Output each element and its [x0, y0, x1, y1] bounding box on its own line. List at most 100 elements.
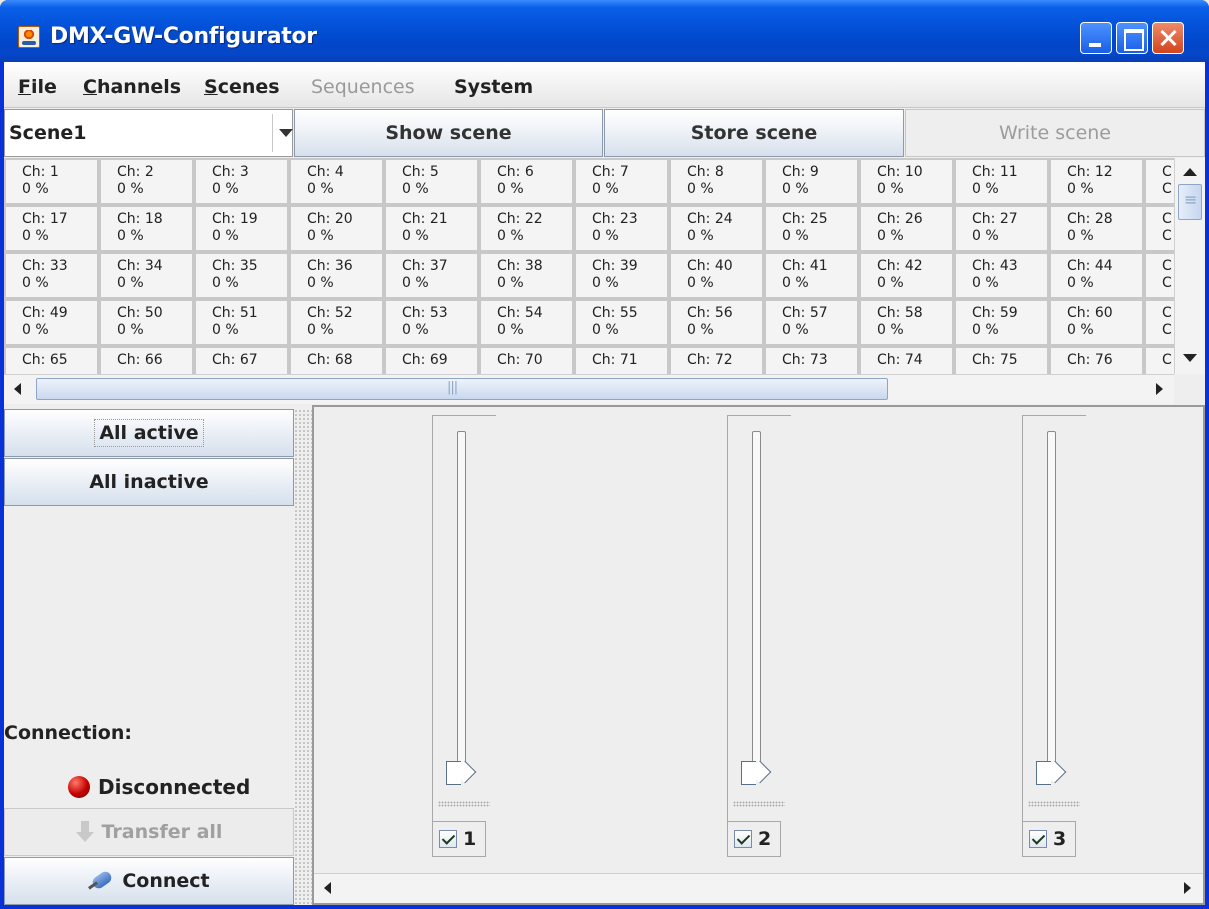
channel-cell[interactable]: CC — [1144, 252, 1174, 299]
slider-thumb[interactable] — [741, 761, 769, 785]
channel-cell[interactable]: Ch: 10 % — [4, 158, 99, 205]
slider-track[interactable] — [752, 431, 761, 776]
channel-cell[interactable]: Ch: 22 0 % — [479, 205, 574, 252]
menu-sequences[interactable]: Sequences — [311, 76, 415, 98]
checkbox-checked-icon[interactable] — [439, 830, 457, 848]
write-scene-button[interactable]: Write scene — [905, 109, 1205, 157]
channel-cell[interactable]: Ch: 50 % — [384, 158, 479, 205]
channel-cell[interactable]: Ch: 39 0 % — [574, 252, 669, 299]
slider-track[interactable] — [457, 431, 466, 776]
horizontal-scrollbar[interactable] — [4, 374, 1174, 404]
channel-cell[interactable]: Ch: 23 0 % — [574, 205, 669, 252]
slider-horizontal-scrollbar[interactable] — [314, 873, 1203, 903]
channel-cell[interactable]: Ch: 51 0 % — [194, 299, 289, 346]
connect-button[interactable]: Connect — [4, 857, 294, 905]
menu-scenes[interactable]: Scenes — [204, 76, 280, 98]
chevron-down-icon[interactable] — [279, 129, 293, 137]
maximize-button[interactable] — [1116, 22, 1148, 54]
scene-select[interactable]: Scene1 — [4, 109, 293, 157]
channel-cell[interactable]: Ch: 69 — [384, 346, 479, 374]
menu-file[interactable]: File — [18, 76, 57, 98]
scroll-down-icon[interactable] — [1175, 348, 1205, 368]
channel-cell[interactable]: Ch: 19 0 % — [194, 205, 289, 252]
channel-cell[interactable]: Ch: 40 % — [289, 158, 384, 205]
vertical-scrollbar[interactable] — [1174, 158, 1205, 374]
channel-cell[interactable]: Ch: 60 0 % — [1049, 299, 1144, 346]
channel-cell[interactable]: Ch: 12 0 % — [1049, 158, 1144, 205]
channel-cell[interactable]: Ch: 43 0 % — [954, 252, 1049, 299]
channel-cell[interactable]: Ch: 10 0 % — [859, 158, 954, 205]
channel-cell[interactable]: Ch: 50 0 % — [99, 299, 194, 346]
channel-cell[interactable]: Ch: 60 % — [479, 158, 574, 205]
split-pane-divider[interactable] — [294, 409, 312, 905]
slider-checkbox[interactable]: 3 — [1022, 821, 1076, 857]
scroll-right-icon[interactable] — [1146, 375, 1172, 403]
channel-cell[interactable]: Ch: 24 0 % — [669, 205, 764, 252]
channel-cell[interactable]: Ch: 36 0 % — [289, 252, 384, 299]
scroll-left-icon[interactable] — [6, 375, 32, 403]
transfer-all-button[interactable]: Transfer all — [4, 808, 294, 856]
channel-cell[interactable]: Ch: 37 0 % — [384, 252, 479, 299]
close-button[interactable] — [1152, 22, 1184, 54]
channel-cell[interactable]: Ch: 40 0 % — [669, 252, 764, 299]
channel-cell[interactable]: Ch: 76 — [1049, 346, 1144, 374]
channel-cell[interactable]: Ch: 26 0 % — [859, 205, 954, 252]
channel-cell[interactable]: Ch: 17 0 % — [4, 205, 99, 252]
slider-thumb[interactable] — [446, 761, 474, 785]
channel-cell[interactable]: Ch: 90 % — [764, 158, 859, 205]
channel-cell[interactable]: Ch: 20 0 % — [289, 205, 384, 252]
checkbox-checked-icon[interactable] — [1029, 830, 1047, 848]
channel-cell[interactable]: Ch: 54 0 % — [479, 299, 574, 346]
channel-cell[interactable]: Ch: 72 — [669, 346, 764, 374]
channel-cell[interactable]: Ch: 66 — [99, 346, 194, 374]
channel-cell[interactable]: CC — [1144, 158, 1174, 205]
channel-cell[interactable]: Ch: 59 0 % — [954, 299, 1049, 346]
show-scene-button[interactable]: Show scene — [294, 109, 603, 157]
vertical-scroll-thumb[interactable] — [1178, 184, 1202, 220]
all-inactive-button[interactable]: All inactive — [4, 458, 294, 506]
channel-cell[interactable]: Ch: 30 % — [194, 158, 289, 205]
channel-cell[interactable]: C — [1144, 346, 1174, 374]
channel-cell[interactable]: CC — [1144, 299, 1174, 346]
channel-cell[interactable]: Ch: 73 — [764, 346, 859, 374]
channel-cell[interactable]: Ch: 53 0 % — [384, 299, 479, 346]
channel-cell[interactable]: Ch: 27 0 % — [954, 205, 1049, 252]
channel-cell[interactable]: Ch: 80 % — [669, 158, 764, 205]
channel-cell[interactable]: Ch: 65 — [4, 346, 99, 374]
channel-cell[interactable]: Ch: 42 0 % — [859, 252, 954, 299]
channel-cell[interactable]: CC — [1144, 205, 1174, 252]
channel-cell[interactable]: Ch: 70 % — [574, 158, 669, 205]
checkbox-checked-icon[interactable] — [734, 830, 752, 848]
scroll-left-icon[interactable] — [316, 874, 342, 902]
channel-cell[interactable]: Ch: 56 0 % — [669, 299, 764, 346]
slider-checkbox[interactable]: 2 — [727, 821, 781, 857]
channel-cell[interactable]: Ch: 68 — [289, 346, 384, 374]
scroll-right-icon[interactable] — [1174, 874, 1200, 902]
slider-thumb[interactable] — [1036, 761, 1064, 785]
channel-cell[interactable]: Ch: 71 — [574, 346, 669, 374]
channel-cell[interactable]: Ch: 28 0 % — [1049, 205, 1144, 252]
channel-cell[interactable]: Ch: 49 0 % — [4, 299, 99, 346]
channel-cell[interactable]: Ch: 44 0 % — [1049, 252, 1144, 299]
channel-cell[interactable]: Ch: 70 — [479, 346, 574, 374]
channel-cell[interactable]: Ch: 75 — [954, 346, 1049, 374]
channel-cell[interactable]: Ch: 18 0 % — [99, 205, 194, 252]
store-scene-button[interactable]: Store scene — [604, 109, 904, 157]
slider-checkbox[interactable]: 1 — [432, 821, 486, 857]
menu-channels[interactable]: Channels — [83, 76, 181, 98]
menu-system[interactable]: System — [454, 76, 533, 98]
channel-cell[interactable]: Ch: 55 0 % — [574, 299, 669, 346]
channel-cell[interactable]: Ch: 67 — [194, 346, 289, 374]
slider-track[interactable] — [1047, 431, 1056, 776]
channel-cell[interactable]: Ch: 11 0 % — [954, 158, 1049, 205]
channel-cell[interactable]: Ch: 35 0 % — [194, 252, 289, 299]
channel-cell[interactable]: Ch: 38 0 % — [479, 252, 574, 299]
channel-cell[interactable]: Ch: 57 0 % — [764, 299, 859, 346]
channel-cell[interactable]: Ch: 52 0 % — [289, 299, 384, 346]
all-active-button[interactable]: All active — [4, 409, 294, 457]
channel-cell[interactable]: Ch: 34 0 % — [99, 252, 194, 299]
horizontal-scroll-thumb[interactable] — [36, 378, 888, 400]
channel-cell[interactable]: Ch: 25 0 % — [764, 205, 859, 252]
minimize-button[interactable] — [1080, 22, 1112, 54]
channel-cell[interactable]: Ch: 20 % — [99, 158, 194, 205]
